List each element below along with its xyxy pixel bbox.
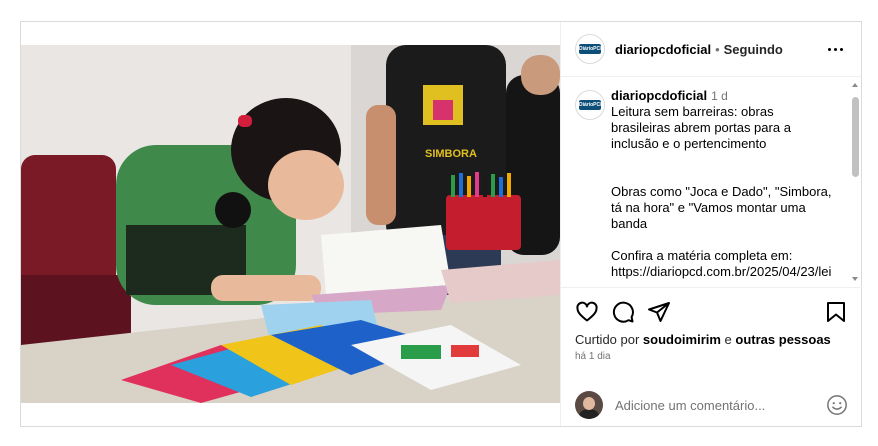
action-icons-row [575, 300, 848, 324]
svg-text:SIMBORA: SIMBORA [425, 148, 477, 160]
liker-username[interactable]: soudoimirim [643, 332, 721, 347]
following-button[interactable]: Seguindo [724, 42, 783, 57]
post-actions: Curtido por soudoimirim e outras pessoas… [561, 287, 862, 362]
post-photo[interactable]: SIMBORA [21, 45, 560, 403]
comment-icon[interactable] [611, 300, 635, 324]
likes-conjunction: e [720, 332, 736, 347]
post-photo-illustration: SIMBORA [21, 45, 560, 403]
comments-scrollbar[interactable] [850, 80, 860, 284]
heart-icon[interactable] [575, 300, 599, 324]
caption-paragraph-1: Leitura sem barreiras: obras brasileiras… [611, 104, 791, 151]
caption-time[interactable]: 1 d [711, 89, 728, 103]
bookmark-icon[interactable] [824, 300, 848, 324]
profile-avatar[interactable]: DiárioPCD [575, 34, 605, 64]
separator-dot: • [715, 41, 720, 57]
post-media: SIMBORA [21, 22, 560, 426]
scroll-up-arrow-icon[interactable] [852, 83, 858, 87]
scroll-thumb[interactable] [852, 97, 859, 177]
caption-username[interactable]: diariopcdoficial [611, 88, 707, 103]
add-comment-bar [561, 385, 862, 425]
comments-section[interactable]: DiárioPCD diariopcdoficial 1 d Leitura se… [561, 78, 862, 286]
current-user-avatar [575, 391, 603, 419]
post-sidebar: DiárioPCD diariopcdoficial • Seguindo Di… [560, 22, 862, 426]
likes-text: Curtido por soudoimirim e outras pessoas [575, 332, 848, 347]
other-likers-link[interactable]: outras pessoas [735, 332, 830, 347]
scroll-down-arrow-icon[interactable] [852, 277, 858, 281]
more-options-icon[interactable] [824, 44, 847, 55]
caption-paragraph-2: Obras como "Joca e Dado", "Simbora, tá n… [611, 184, 832, 231]
send-icon[interactable] [647, 300, 671, 324]
instagram-post-card: SIMBORA DiárioPCD diariopcdoficial • Seg… [20, 21, 862, 427]
brand-logo: DiárioPCD [579, 100, 604, 110]
post-header: DiárioPCD diariopcdoficial • Seguindo [561, 22, 861, 77]
caption-comment: DiárioPCD diariopcdoficial 1 d Leitura se… [561, 78, 862, 280]
likes-prefix: Curtido por [575, 332, 643, 347]
username-link[interactable]: diariopcdoficial [615, 42, 711, 57]
caption-avatar[interactable]: DiárioPCD [575, 90, 605, 120]
caption-paragraph-3: Confira a matéria completa em: https://d… [611, 248, 832, 279]
comment-input[interactable] [615, 397, 810, 413]
brand-logo: DiárioPCD [579, 44, 604, 54]
caption-body: diariopcdoficial 1 d Leitura sem barreira… [611, 88, 835, 280]
emoji-icon[interactable] [826, 394, 848, 416]
post-timestamp[interactable]: há 1 dia [575, 351, 848, 362]
